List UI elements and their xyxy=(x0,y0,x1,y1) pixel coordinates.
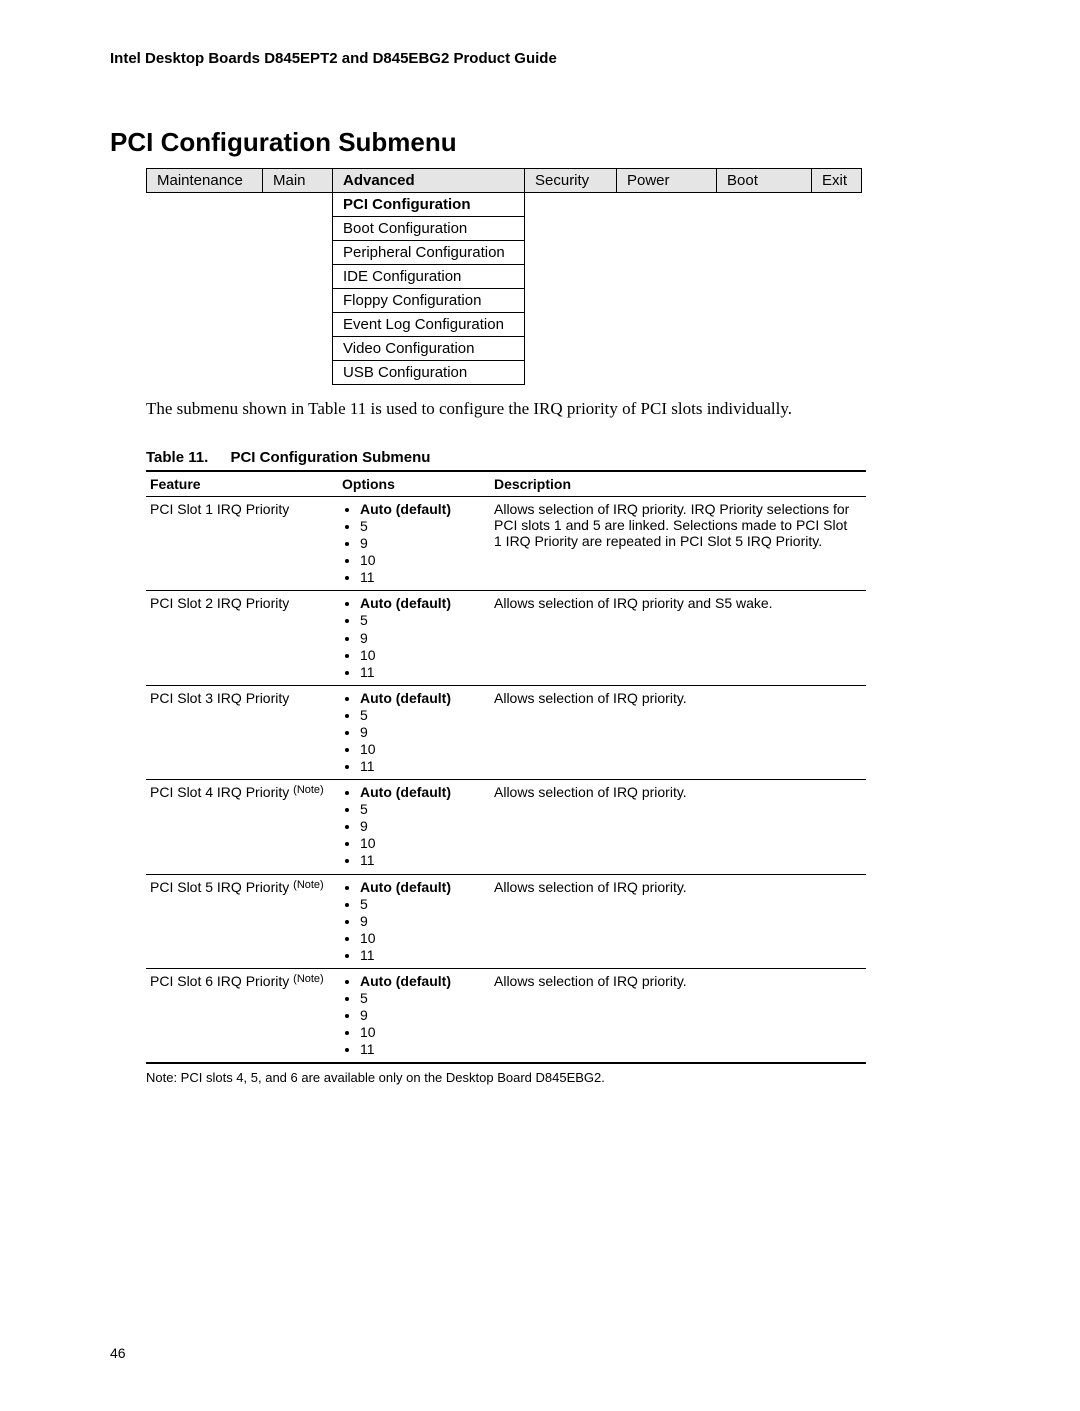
options-cell: Auto (default) 5 9 10 11 xyxy=(338,685,490,779)
description-cell: Allows selection of IRQ priority and S5 … xyxy=(490,591,866,685)
document-header: Intel Desktop Boards D845EPT2 and D845EB… xyxy=(110,50,970,67)
option-9: 9 xyxy=(360,1007,482,1024)
table-row: PCI Slot 4 IRQ Priority (Note) Auto (def… xyxy=(146,780,866,874)
submenu-usb-configuration: USB Configuration xyxy=(333,361,525,385)
option-auto: Auto (default) xyxy=(360,973,482,990)
options-cell: Auto (default) 5 9 10 11 xyxy=(338,591,490,685)
submenu-event-log-configuration: Event Log Configuration xyxy=(333,313,525,337)
option-auto: Auto (default) xyxy=(360,690,482,707)
tab-main: Main xyxy=(263,169,333,193)
option-5: 5 xyxy=(360,896,482,913)
option-auto: Auto (default) xyxy=(360,501,482,518)
table-caption: Table 11. PCI Configuration Submenu xyxy=(146,449,970,466)
option-auto: Auto (default) xyxy=(360,595,482,612)
option-11: 11 xyxy=(360,569,482,586)
feature-cell: PCI Slot 5 IRQ Priority (Note) xyxy=(146,874,338,968)
option-auto: Auto (default) xyxy=(360,879,482,896)
table-number: Table 11. xyxy=(146,449,208,466)
option-11: 11 xyxy=(360,947,482,964)
feature-text: PCI Slot 6 IRQ Priority xyxy=(150,973,293,989)
col-description: Description xyxy=(490,471,866,497)
option-10: 10 xyxy=(360,741,482,758)
submenu-boot-configuration: Boot Configuration xyxy=(333,217,525,241)
menu-tab-row: Maintenance Main Advanced Security Power… xyxy=(147,169,862,193)
tab-power: Power xyxy=(617,169,717,193)
submenu-ide-configuration: IDE Configuration xyxy=(333,265,525,289)
table-row: PCI Slot 5 IRQ Priority (Note) Auto (def… xyxy=(146,874,866,968)
options-cell: Auto (default) 5 9 10 11 xyxy=(338,780,490,874)
description-cell: Allows selection of IRQ priority. xyxy=(490,874,866,968)
description-cell: Allows selection of IRQ priority. xyxy=(490,968,866,1063)
table-row: PCI Slot 3 IRQ Priority Auto (default) 5… xyxy=(146,685,866,779)
option-5: 5 xyxy=(360,707,482,724)
footnote: Note: PCI slots 4, 5, and 6 are availabl… xyxy=(146,1070,970,1085)
col-feature: Feature xyxy=(146,471,338,497)
option-10: 10 xyxy=(360,647,482,664)
tab-maintenance: Maintenance xyxy=(147,169,263,193)
tab-security: Security xyxy=(525,169,617,193)
submenu-video-configuration: Video Configuration xyxy=(333,337,525,361)
option-11: 11 xyxy=(360,664,482,681)
option-10: 10 xyxy=(360,930,482,947)
note-superscript: (Note) xyxy=(293,784,324,796)
options-cell: Auto (default) 5 9 10 11 xyxy=(338,968,490,1063)
table-header-row: Feature Options Description xyxy=(146,471,866,497)
submenu-pci-configuration: PCI Configuration xyxy=(333,193,525,217)
feature-cell: PCI Slot 6 IRQ Priority (Note) xyxy=(146,968,338,1063)
option-9: 9 xyxy=(360,630,482,647)
description-cell: Allows selection of IRQ priority. xyxy=(490,780,866,874)
tab-boot: Boot xyxy=(717,169,812,193)
option-9: 9 xyxy=(360,535,482,552)
options-cell: Auto (default) 5 9 10 11 xyxy=(338,497,490,591)
col-options: Options xyxy=(338,471,490,497)
table-row: PCI Slot 6 IRQ Priority (Note) Auto (def… xyxy=(146,968,866,1063)
option-10: 10 xyxy=(360,835,482,852)
feature-text: PCI Slot 5 IRQ Priority xyxy=(150,879,293,895)
note-superscript: (Note) xyxy=(293,973,324,985)
table-row: PCI Slot 1 IRQ Priority Auto (default) 5… xyxy=(146,497,866,591)
note-superscript: (Note) xyxy=(293,879,324,891)
option-5: 5 xyxy=(360,612,482,629)
feature-cell: PCI Slot 3 IRQ Priority xyxy=(146,685,338,779)
feature-cell: PCI Slot 2 IRQ Priority xyxy=(146,591,338,685)
option-5: 5 xyxy=(360,990,482,1007)
option-5: 5 xyxy=(360,518,482,535)
section-title: PCI Configuration Submenu xyxy=(110,127,970,158)
page-number: 46 xyxy=(110,1345,970,1361)
description-cell: Allows selection of IRQ priority. xyxy=(490,685,866,779)
option-9: 9 xyxy=(360,724,482,741)
feature-cell: PCI Slot 1 IRQ Priority xyxy=(146,497,338,591)
option-11: 11 xyxy=(360,758,482,775)
submenu-peripheral-configuration: Peripheral Configuration xyxy=(333,241,525,265)
description-cell: Allows selection of IRQ priority. IRQ Pr… xyxy=(490,497,866,591)
intro-paragraph: The submenu shown in Table 11 is used to… xyxy=(146,399,970,419)
option-10: 10 xyxy=(360,552,482,569)
option-10: 10 xyxy=(360,1024,482,1041)
submenu-floppy-configuration: Floppy Configuration xyxy=(333,289,525,313)
option-9: 9 xyxy=(360,913,482,930)
option-5: 5 xyxy=(360,801,482,818)
option-11: 11 xyxy=(360,1041,482,1058)
table-title: PCI Configuration Submenu xyxy=(230,449,430,466)
bios-menu-table: Maintenance Main Advanced Security Power… xyxy=(146,168,862,385)
pci-config-table: Feature Options Description PCI Slot 1 I… xyxy=(146,470,866,1064)
options-cell: Auto (default) 5 9 10 11 xyxy=(338,874,490,968)
option-auto: Auto (default) xyxy=(360,784,482,801)
feature-cell: PCI Slot 4 IRQ Priority (Note) xyxy=(146,780,338,874)
option-9: 9 xyxy=(360,818,482,835)
tab-exit: Exit xyxy=(812,169,862,193)
tab-advanced: Advanced xyxy=(333,169,525,193)
table-row: PCI Slot 2 IRQ Priority Auto (default) 5… xyxy=(146,591,866,685)
feature-text: PCI Slot 4 IRQ Priority xyxy=(150,784,293,800)
option-11: 11 xyxy=(360,852,482,869)
